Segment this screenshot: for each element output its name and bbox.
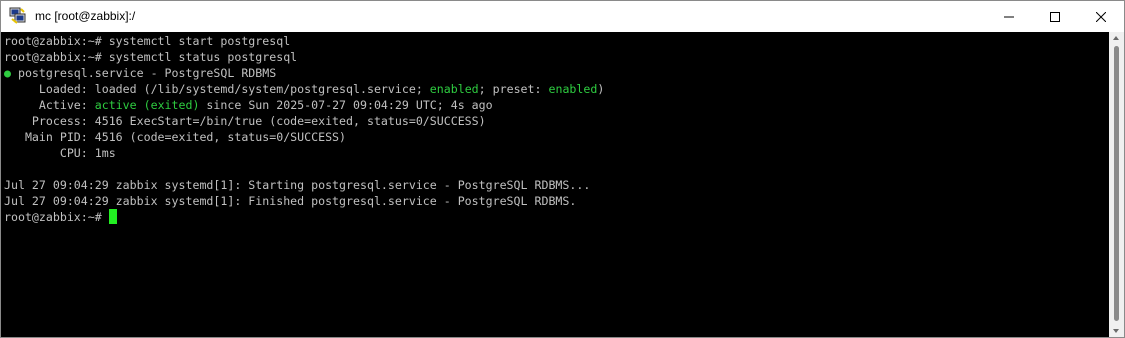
preset-status: enabled: [548, 82, 598, 96]
minimize-button[interactable]: [986, 1, 1032, 32]
service-name: postgresql.service - PostgreSQL RDBMS: [10, 66, 277, 80]
terminal-line: Loaded: loaded (/lib/systemd/system/post…: [4, 81, 1109, 97]
process-text: Process: 4516 ExecStart=/bin/true (code=…: [4, 114, 486, 128]
scroll-down-arrow-icon[interactable]: [1113, 329, 1119, 333]
scroll-thumb[interactable]: [1114, 46, 1119, 321]
minimize-icon: [1004, 16, 1014, 17]
terminal-window: mc [root@zabbix]:/ root@zabbix:~# system…: [0, 0, 1125, 338]
terminal-line: Main PID: 4516 (code=exited, status=0/SU…: [4, 129, 1109, 145]
status-bullet: ●: [4, 66, 11, 80]
active-status: active (exited): [94, 98, 200, 112]
active-since: since Sun 2025-07-27 09:04:29 UTC; 4s ag…: [199, 98, 493, 112]
vertical-scrollbar[interactable]: [1109, 32, 1124, 337]
prompt: root@zabbix:~#: [4, 210, 109, 224]
title-bar[interactable]: mc [root@zabbix]:/: [1, 1, 1124, 32]
close-paren: ): [597, 82, 605, 96]
terminal-line: Process: 4516 ExecStart=/bin/true (code=…: [4, 113, 1109, 129]
main-pid-text: Main PID: 4516 (code=exited, status=0/SU…: [4, 130, 347, 144]
terminal-line: Active: active (exited) since Sun 2025-0…: [4, 97, 1109, 113]
terminal-line: Jul 27 09:04:29 zabbix systemd[1]: Finis…: [4, 193, 1109, 209]
close-icon: [1096, 11, 1106, 22]
terminal-line: Jul 27 09:04:29 zabbix systemd[1]: Start…: [4, 177, 1109, 193]
active-label: Active:: [4, 98, 95, 112]
terminal-line: root@zabbix:~#: [4, 209, 1109, 225]
terminal-line: CPU: 1ms: [4, 145, 1109, 161]
window-title: mc [root@zabbix]:/: [35, 9, 136, 23]
loaded-label: Loaded: loaded (/lib/systemd/system/post…: [4, 82, 430, 96]
terminal-line: root@zabbix:~# systemctl status postgres…: [4, 49, 1109, 65]
preset-label: ; preset:: [478, 82, 549, 96]
close-button[interactable]: [1078, 1, 1124, 32]
command-text: root@zabbix:~# systemctl start postgresq…: [4, 34, 291, 48]
text-cursor: [108, 209, 117, 224]
maximize-button[interactable]: [1032, 1, 1078, 32]
scroll-up-arrow-icon[interactable]: [1113, 36, 1119, 40]
enabled-status: enabled: [429, 82, 479, 96]
maximize-icon: [1050, 11, 1060, 22]
log-line: Jul 27 09:04:29 zabbix systemd[1]: Start…: [4, 178, 591, 192]
command-text: root@zabbix:~# systemctl status postgres…: [4, 50, 298, 64]
terminal-output[interactable]: root@zabbix:~# systemctl start postgresq…: [1, 32, 1109, 337]
cpu-text: CPU: 1ms: [4, 146, 116, 160]
terminal-line: root@zabbix:~# systemctl start postgresq…: [4, 33, 1109, 49]
terminal-line: ● postgresql.service - PostgreSQL RDBMS: [4, 65, 1109, 81]
log-line: Jul 27 09:04:29 zabbix systemd[1]: Finis…: [4, 194, 577, 208]
putty-icon[interactable]: [9, 7, 27, 25]
